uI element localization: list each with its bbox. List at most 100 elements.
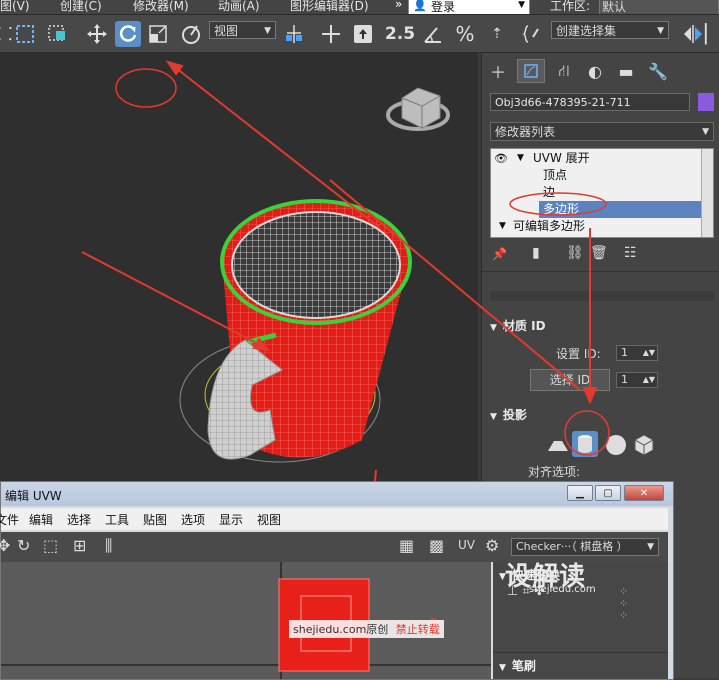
- uvw-menu-display[interactable]: 显示: [219, 511, 243, 528]
- watermark-logo-url: shejiedu.com: [529, 584, 596, 595]
- collapse-triangle-icon: ▼: [490, 323, 497, 333]
- move-icon[interactable]: ✥: [0, 536, 10, 555]
- uvw-title: 编辑 UVW: [5, 489, 62, 503]
- create-tab-icon[interactable]: ＋: [484, 59, 512, 83]
- make-unique-icon[interactable]: ⛓: [566, 245, 584, 261]
- reference-coord-dropdown[interactable]: 视图 ▼: [209, 21, 276, 39]
- freeform-icon[interactable]: ⊞: [73, 536, 86, 555]
- watermark-original: 原创: [366, 623, 389, 636]
- uvw-titlebar[interactable]: 编辑 UVW ▁ ▢ ✕: [1, 482, 673, 506]
- spinner-snap-icon[interactable]: ⇡: [484, 21, 510, 47]
- select-id-button[interactable]: 选择 ID: [530, 369, 610, 391]
- uvw-menu-select[interactable]: 选择: [67, 511, 91, 528]
- watermark-banner: shejiedu.com原创 禁止转载: [289, 620, 444, 638]
- menu-graph-editors[interactable]: 图形编辑器(D): [290, 0, 369, 14]
- percent-snap-icon[interactable]: %: [452, 21, 478, 47]
- align-icon[interactable]: ▏: [705, 21, 719, 47]
- named-selection-icon[interactable]: [519, 21, 545, 47]
- set-id-spinner[interactable]: 1 ▲▼: [616, 345, 658, 361]
- rotate-icon[interactable]: ↻: [17, 536, 30, 555]
- settings-icon[interactable]: ⚙: [485, 536, 499, 555]
- select-region-icon[interactable]: [12, 21, 38, 47]
- close-button[interactable]: ✕: [624, 485, 664, 501]
- edit-uvw-window[interactable]: 编辑 UVW ▁ ▢ ✕ 文件 编辑 选择 工具 贴图 选项 显示 视图 ✥ ↻…: [0, 481, 674, 680]
- scale-icon[interactable]: ⬚: [43, 536, 58, 555]
- set-id-value: 1: [621, 346, 628, 359]
- user-icon: 👤: [413, 0, 427, 12]
- show-map-icon[interactable]: ▩: [429, 536, 444, 555]
- collapse-triangle-icon: ▼: [490, 412, 497, 422]
- login-dropdown[interactable]: 👤 登录 ▼: [408, 0, 530, 14]
- object-name-field[interactable]: Obj3d66-478395-21-711: [490, 93, 690, 111]
- chevron-down-icon: ▼: [647, 542, 654, 552]
- menu-animation[interactable]: 动画(A): [218, 0, 260, 14]
- annotation-circle: [564, 410, 610, 456]
- mirror-icon[interactable]: ⫼: [105, 536, 112, 556]
- link-icon[interactable]: ⸬: [0, 21, 12, 47]
- menu-view[interactable]: 图(V): [0, 0, 30, 14]
- mirror-icon[interactable]: [680, 21, 706, 47]
- move-icon[interactable]: [84, 21, 110, 47]
- select-manipulate-icon[interactable]: [318, 21, 344, 47]
- modifier-list-dropdown[interactable]: 修改器列表 ▼: [490, 122, 714, 141]
- texture-dropdown[interactable]: Checker···（ 棋盘格 ） ▼: [511, 538, 659, 556]
- configure-sets-icon[interactable]: ☷: [624, 245, 637, 261]
- show-end-result-icon[interactable]: ▮: [532, 245, 540, 261]
- uvw-menu-options[interactable]: 选项: [181, 511, 205, 528]
- uvw-menu-edit[interactable]: 编辑: [29, 511, 53, 528]
- motion-tab-icon[interactable]: ◐: [581, 59, 609, 83]
- uvw-menu-tools[interactable]: 工具: [105, 511, 129, 528]
- checker-pattern-icon[interactable]: ▦: [399, 536, 414, 555]
- minimize-button[interactable]: ▁: [567, 485, 593, 501]
- material-id-title: 材质 ID: [502, 319, 546, 333]
- spacing-tool-icons[interactable]: ⁘ ⁘ ⁘: [619, 586, 628, 622]
- expand-triangle-icon[interactable]: ▼: [517, 150, 524, 167]
- viewcube[interactable]: [386, 87, 450, 131]
- uvw-menu-mapping[interactable]: 贴图: [143, 511, 167, 528]
- uv-label[interactable]: UV: [458, 538, 475, 552]
- stack-scrollbar[interactable]: [701, 149, 713, 237]
- spinner-arrows-icon[interactable]: ▲▼: [643, 373, 655, 387]
- selection-set-value: 创建选择集: [556, 24, 617, 38]
- menu-modifiers[interactable]: 修改器(M): [133, 0, 189, 14]
- window-crossing-icon[interactable]: [44, 21, 70, 47]
- box-map-icon[interactable]: [632, 433, 656, 457]
- pivot-center-icon[interactable]: [281, 21, 307, 47]
- collapse-triangle-icon: ▼: [499, 663, 506, 673]
- workspace-dropdown[interactable]: 默认: [599, 0, 719, 14]
- menu-create[interactable]: 创建(C): [60, 0, 102, 14]
- uv-edit-canvas[interactable]: shejiedu.com原创 禁止转载: [1, 562, 491, 679]
- snap-25-label: 2.5: [384, 24, 416, 44]
- expand-triangle-icon[interactable]: ▼: [499, 218, 506, 235]
- angle-snap-icon[interactable]: [420, 21, 446, 47]
- uvw-menu-view[interactable]: 视图: [257, 511, 281, 528]
- spinner-arrows-icon[interactable]: ▲▼: [643, 346, 655, 360]
- brush-header[interactable]: ▼ 笔刷: [499, 657, 536, 674]
- login-label: 登录: [431, 0, 456, 14]
- material-id-rollout-header[interactable]: ▼ 材质 ID: [490, 317, 714, 335]
- uvw-menu-file[interactable]: 文件: [0, 511, 19, 528]
- object-color-swatch[interactable]: [698, 93, 714, 111]
- modify-tab-icon[interactable]: [517, 59, 545, 83]
- stack-item-editable-poly[interactable]: ▼ 可编辑多边形: [491, 218, 703, 235]
- scale-icon[interactable]: [145, 21, 171, 47]
- modifier-stack[interactable]: 👁 ▼ UVW 展开 顶点 边 多边形 ▼ 可编辑多边形: [490, 148, 714, 238]
- perspective-viewport[interactable]: [0, 53, 478, 483]
- display-tab-icon[interactable]: ▬: [612, 59, 640, 83]
- menu-overflow[interactable]: »: [395, 0, 402, 11]
- mug-model[interactable]: [207, 199, 412, 460]
- select-id-spinner[interactable]: 1 ▲▼: [616, 372, 658, 388]
- hierarchy-tab-icon[interactable]: ⛙: [550, 59, 578, 83]
- rotate-icon[interactable]: [115, 21, 141, 47]
- pin-stack-icon[interactable]: 📌: [492, 247, 507, 261]
- utilities-tab-icon[interactable]: 🔧: [644, 59, 672, 83]
- eye-icon[interactable]: 👁: [494, 150, 508, 167]
- selection-set-dropdown[interactable]: 创建选择集 ▼: [551, 21, 669, 39]
- placement-icon[interactable]: [178, 21, 204, 47]
- remove-modifier-icon[interactable]: 🗑: [590, 245, 608, 261]
- stack-item-uvw-unwrap[interactable]: 👁 ▼ UVW 展开: [491, 150, 703, 167]
- stack-item-vertex[interactable]: 顶点: [543, 167, 703, 184]
- maximize-button[interactable]: ▢: [595, 485, 621, 501]
- snap-toggle-icon[interactable]: 2.5: [384, 21, 416, 47]
- keyboard-shortcut-icon[interactable]: [350, 21, 376, 47]
